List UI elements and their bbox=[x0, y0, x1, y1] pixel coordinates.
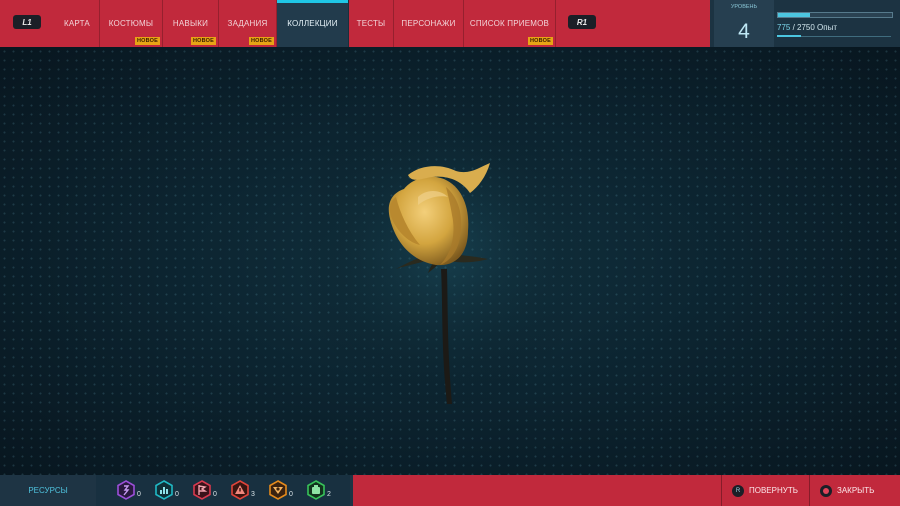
level-label: УРОВЕНЬ bbox=[730, 4, 758, 10]
tab-label: ЗАДАНИЯ bbox=[227, 19, 268, 28]
new-badge: НОВОЕ bbox=[248, 37, 274, 45]
tab-tests[interactable]: ТЕСТЫ bbox=[349, 0, 394, 47]
tab-label: ПЕРСОНАЖИ bbox=[401, 19, 456, 28]
token-count: 0 bbox=[289, 491, 293, 498]
tab-label: КОСТЮМЫ bbox=[108, 19, 154, 28]
new-badge: НОВОЕ bbox=[527, 37, 553, 45]
red-warning-hex-token-icon bbox=[231, 480, 249, 500]
xp-text: 775 / 2750 Опыт bbox=[777, 23, 837, 32]
xp-underline-fill bbox=[777, 35, 801, 37]
rotate-action[interactable]: R ПОВЕРНУТЬ bbox=[721, 475, 809, 506]
token-count: 0 bbox=[175, 491, 179, 498]
resources-label[interactable]: РЕСУРСЫ bbox=[0, 475, 96, 506]
xp-progress-fill bbox=[778, 13, 810, 17]
tab-map[interactable]: КАРТА bbox=[55, 0, 100, 47]
level-number: 4 bbox=[738, 20, 750, 43]
token-count: 3 bbox=[251, 491, 255, 498]
r1-button-hint[interactable]: R1 bbox=[568, 15, 596, 29]
close-label: ЗАКРЫТЬ bbox=[837, 486, 875, 495]
top-navigation-bar: L1 КАРТА КОСТЮМЫ НОВОЕ НАВЫКИ НОВОЕ ЗАДА… bbox=[0, 0, 710, 47]
new-badge: НОВОЕ bbox=[190, 37, 216, 45]
green-hex-token-icon bbox=[307, 480, 325, 500]
tab-label: СПИСОК ПРИЕМОВ bbox=[469, 19, 550, 28]
tab-label: КАРТА bbox=[64, 19, 90, 28]
tab-collections[interactable]: КОЛЛЕКЦИИ bbox=[277, 0, 349, 47]
right-stick-icon: R bbox=[732, 484, 744, 497]
tab-move-list[interactable]: СПИСОК ПРИЕМОВ НОВОЕ bbox=[464, 0, 556, 47]
teal-hex-token-icon bbox=[155, 480, 173, 500]
circle-button-icon bbox=[820, 484, 832, 497]
collectible-viewer[interactable] bbox=[0, 47, 900, 475]
tab-costumes[interactable]: КОСТЮМЫ НОВОЕ bbox=[100, 0, 163, 47]
xp-progress-bar bbox=[777, 12, 893, 18]
token-count: 0 bbox=[213, 491, 217, 498]
tab-label: КОЛЛЕКЦИИ bbox=[287, 19, 338, 28]
red-flag-hex-token-icon bbox=[193, 480, 211, 500]
tab-label: НАВЫКИ bbox=[172, 19, 209, 28]
new-badge: НОВОЕ bbox=[134, 37, 160, 45]
bottom-action-bar: R ПОВЕРНУТЬ ЗАКРЫТЬ bbox=[350, 475, 900, 506]
rotate-label: ПОВЕРНУТЬ bbox=[749, 486, 798, 495]
tab-label: ТЕСТЫ bbox=[356, 19, 386, 28]
close-action[interactable]: ЗАКРЫТЬ bbox=[809, 475, 900, 506]
level-box: УРОВЕНЬ 4 bbox=[714, 0, 774, 47]
tab-skills[interactable]: НАВЫКИ НОВОЕ bbox=[163, 0, 219, 47]
l1-button-hint[interactable]: L1 bbox=[13, 15, 41, 29]
tab-tasks[interactable]: ЗАДАНИЯ НОВОЕ bbox=[219, 0, 277, 47]
xp-current: 775 bbox=[777, 23, 791, 32]
tab-characters[interactable]: ПЕРСОНАЖИ bbox=[394, 0, 464, 47]
yellow-rose-model[interactable] bbox=[0, 47, 900, 475]
orange-hex-token-icon bbox=[269, 480, 287, 500]
resource-tokens: 0 0 0 3 0 2 bbox=[96, 475, 350, 506]
token-count: 0 bbox=[137, 491, 141, 498]
token-count: 2 bbox=[327, 491, 331, 498]
xp-total: / 2750 Опыт bbox=[790, 23, 838, 32]
purple-hex-token-icon bbox=[117, 480, 135, 500]
